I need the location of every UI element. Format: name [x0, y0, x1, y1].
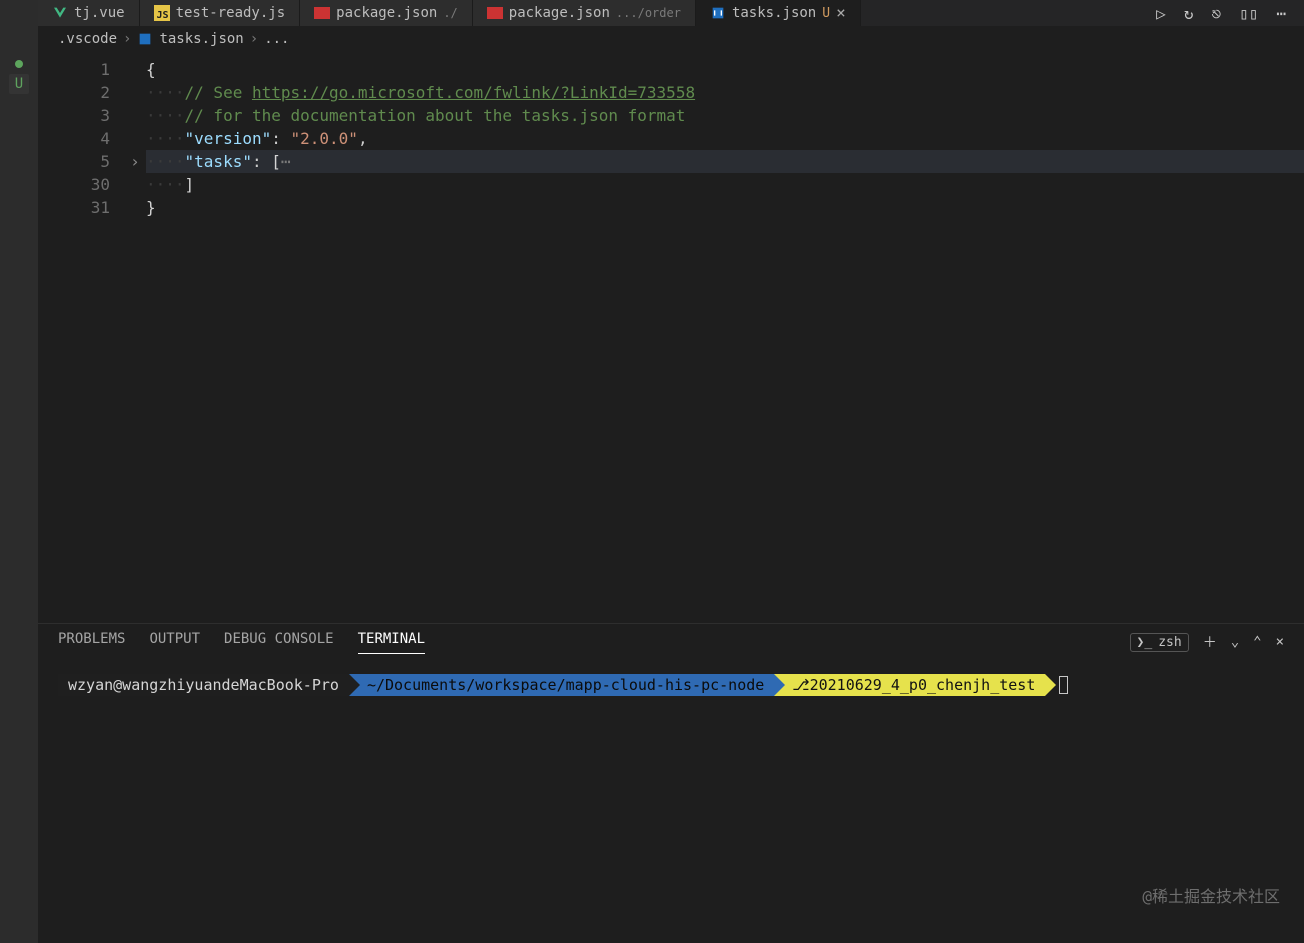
panel-tab-bar: PROBLEMS OUTPUT DEBUG CONSOLE TERMINAL ❯…: [38, 624, 1304, 660]
breadcrumb-item[interactable]: .vscode: [58, 31, 117, 47]
breadcrumb-item[interactable]: tasks.json: [159, 31, 243, 47]
code-line: ····"tasks": [⋯: [146, 150, 1304, 173]
code-link[interactable]: https://go.microsoft.com/fwlink/?LinkId=…: [252, 83, 695, 102]
fold-gutter: ›: [124, 52, 146, 623]
terminal-prompt: wzyan@wangzhiyuandeMacBook-Pro ~/Documen…: [58, 674, 1284, 696]
breadcrumb[interactable]: .vscode › tasks.json › ...: [38, 26, 1304, 52]
tab-tj-vue[interactable]: tj.vue: [38, 0, 140, 26]
chevron-down-icon[interactable]: ⌄: [1231, 634, 1239, 650]
tab-sublabel: .../order: [616, 6, 681, 20]
compare-icon[interactable]: ⎋: [1211, 4, 1221, 23]
close-icon[interactable]: ×: [836, 5, 846, 21]
tab-modified-badge: U: [822, 6, 830, 21]
prompt-branch: ⎇ 20210629_4_p0_chenjh_test: [774, 674, 1045, 696]
terminal-selector[interactable]: ❯_ zsh: [1130, 633, 1189, 652]
tab-package-json-root[interactable]: package.json ./: [300, 0, 473, 26]
code-line: }: [146, 196, 1304, 219]
json-icon: [710, 5, 726, 21]
chevron-right-icon: ›: [123, 31, 131, 47]
code-line: {: [146, 58, 1304, 81]
history-icon[interactable]: ↻: [1184, 4, 1194, 23]
chevron-right-icon: ›: [250, 31, 258, 47]
run-icon[interactable]: ▷: [1156, 4, 1166, 23]
json-icon: [137, 31, 153, 47]
bottom-panel: PROBLEMS OUTPUT DEBUG CONSOLE TERMINAL ❯…: [38, 623, 1304, 943]
split-editor-icon[interactable]: ▯▯: [1239, 4, 1258, 23]
code-editor[interactable]: 1 2 3 4 5 30 31 › { ····// See https://g…: [38, 52, 1304, 623]
chevron-up-icon[interactable]: ⌃: [1253, 634, 1261, 650]
code-line: ····// See https://go.microsoft.com/fwli…: [146, 81, 1304, 104]
prompt-path: ~/Documents/workspace/mapp-cloud-his-pc-…: [349, 674, 774, 696]
panel-tab-output[interactable]: OUTPUT: [149, 631, 200, 653]
tab-package-json-order[interactable]: package.json .../order: [473, 0, 696, 26]
tab-label: package.json: [509, 5, 610, 21]
tab-label: tj.vue: [74, 5, 125, 21]
more-icon[interactable]: ⋯: [1276, 4, 1286, 23]
close-panel-icon[interactable]: ×: [1276, 634, 1284, 650]
tab-label: package.json: [336, 5, 437, 21]
source-control-dot-icon: [15, 60, 23, 68]
code-line: ····// for the documentation about the t…: [146, 104, 1304, 127]
scm-status-badge: U: [9, 74, 29, 94]
npm-icon: [314, 7, 330, 19]
tab-test-ready-js[interactable]: JS test-ready.js: [140, 0, 301, 26]
terminal-cursor: [1059, 676, 1068, 694]
watermark: @稀土掘金技术社区: [1142, 883, 1280, 907]
terminal-name: zsh: [1158, 635, 1181, 650]
tab-tasks-json[interactable]: tasks.json U ×: [696, 0, 861, 26]
npm-icon: [487, 7, 503, 19]
git-branch-icon: ⎇: [792, 674, 809, 696]
tab-label: test-ready.js: [176, 5, 286, 21]
terminal-icon: ❯_: [1137, 635, 1153, 650]
prompt-userhost: wzyan@wangzhiyuandeMacBook-Pro: [58, 674, 349, 696]
tab-label: tasks.json: [732, 5, 816, 21]
editor-actions: ▷ ↻ ⎋ ▯▯ ⋯: [1156, 0, 1304, 26]
js-icon: JS: [154, 5, 170, 21]
panel-tab-debug-console[interactable]: DEBUG CONSOLE: [224, 631, 334, 653]
vue-icon: [52, 5, 68, 21]
code-line: ····"version": "2.0.0",: [146, 127, 1304, 150]
line-number-gutter: 1 2 3 4 5 30 31: [38, 52, 124, 623]
breadcrumb-item[interactable]: ...: [264, 31, 289, 47]
activity-bar: U: [0, 0, 38, 943]
editor-tab-bar: tj.vue JS test-ready.js package.json ./ …: [38, 0, 1304, 26]
code-line: ····]: [146, 173, 1304, 196]
code-content[interactable]: { ····// See https://go.microsoft.com/fw…: [146, 52, 1304, 623]
new-terminal-icon[interactable]: ＋: [1203, 632, 1217, 652]
panel-tab-terminal[interactable]: TERMINAL: [358, 631, 425, 654]
fold-toggle-icon[interactable]: ›: [124, 150, 146, 173]
terminal-content[interactable]: wzyan@wangzhiyuandeMacBook-Pro ~/Documen…: [38, 660, 1304, 943]
panel-tab-problems[interactable]: PROBLEMS: [58, 631, 125, 653]
tab-sublabel: ./: [443, 6, 457, 20]
